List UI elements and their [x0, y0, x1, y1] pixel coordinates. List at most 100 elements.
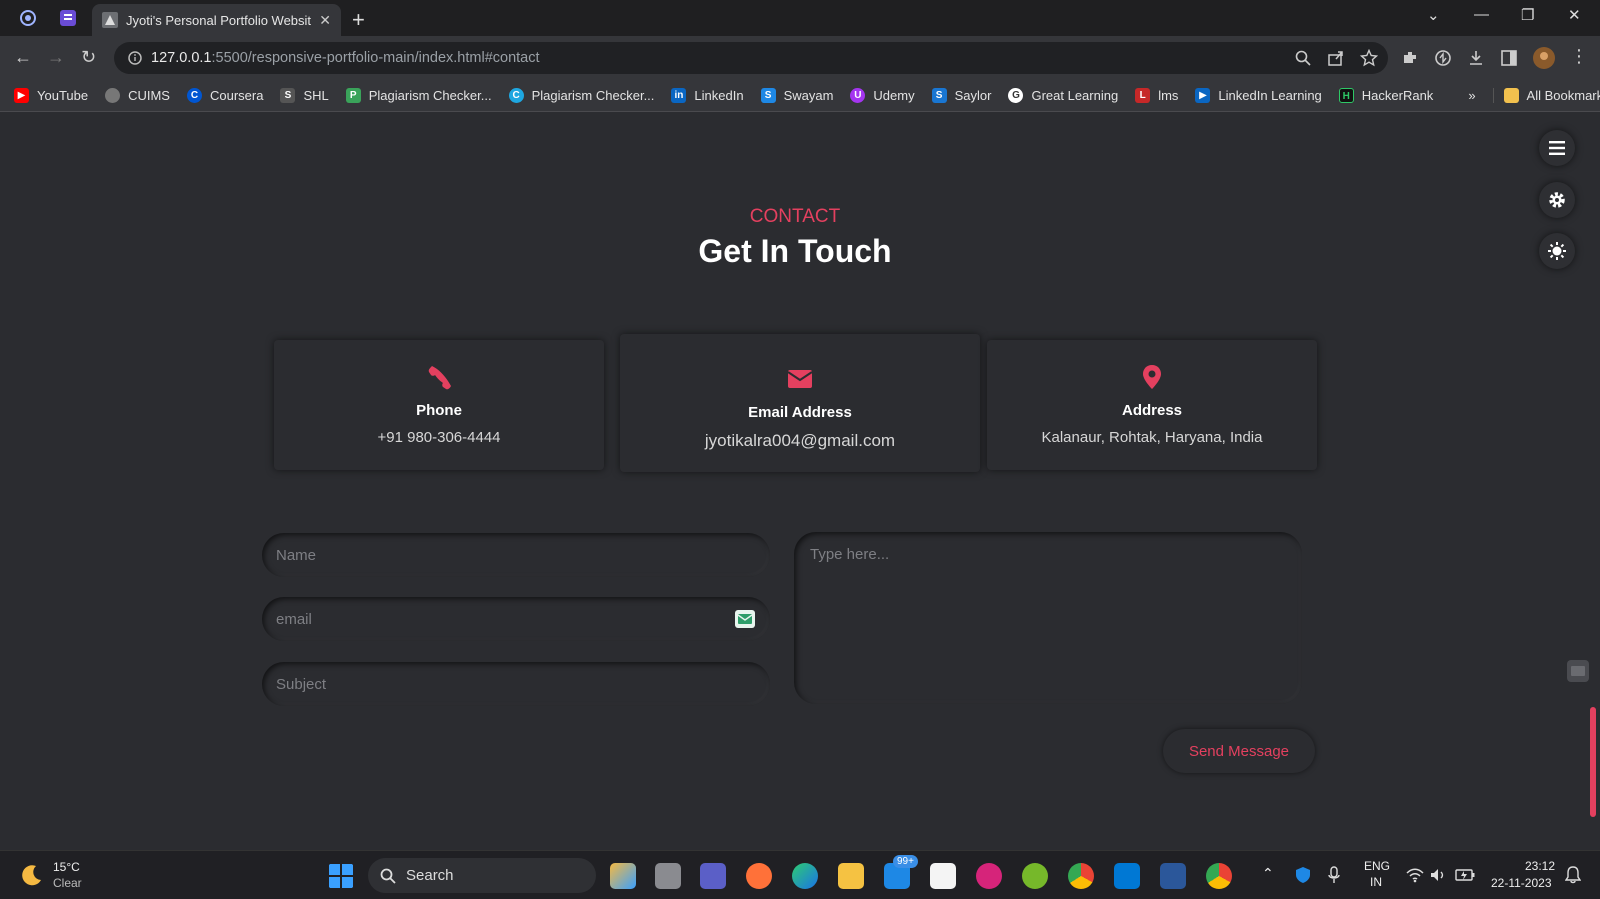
- clock-date[interactable]: 22-11-2023: [1491, 876, 1552, 890]
- email-card: Email Address jyotikalra004@gmail.com: [620, 334, 980, 472]
- download-icon[interactable]: [1467, 49, 1485, 67]
- hackerrank-icon: H: [1338, 87, 1354, 103]
- forward-icon[interactable]: →: [47, 47, 65, 68]
- language-top[interactable]: ENG: [1364, 859, 1390, 873]
- all-bookmarks-button[interactable]: All Bookmarks: [1492, 87, 1600, 103]
- microphone-icon[interactable]: [1328, 866, 1340, 884]
- bookmark-cuims[interactable]: CUIMS: [105, 87, 170, 103]
- name-input[interactable]: [262, 533, 770, 577]
- language-bottom[interactable]: IN: [1370, 875, 1382, 889]
- wifi-icon[interactable]: [1406, 867, 1424, 883]
- volume-icon[interactable]: [1430, 867, 1446, 883]
- bookmark-coursera[interactable]: C Coursera: [186, 87, 263, 103]
- great-learning-icon: G: [1008, 87, 1024, 103]
- teams-icon[interactable]: [700, 863, 726, 889]
- bookmark-plagiarism-checker-2[interactable]: C Plagiarism Checker...: [508, 87, 654, 103]
- email-value: jyotikalra004@gmail.com: [704, 431, 896, 450]
- restore-icon[interactable]: ❐: [1521, 6, 1534, 24]
- side-panel-icon[interactable]: [1500, 49, 1518, 67]
- amazon-app-icon[interactable]: [930, 863, 956, 889]
- envelope-icon: [787, 370, 813, 388]
- swayam-icon: S: [760, 87, 776, 103]
- moon-weather-icon: [22, 865, 41, 886]
- page-scrollbar-thumb[interactable]: [1590, 707, 1596, 817]
- weather-desc[interactable]: Clear: [53, 876, 82, 890]
- bookmark-plagiarism-checker-1[interactable]: P Plagiarism Checker...: [345, 87, 492, 103]
- nav-menu-button[interactable]: [1539, 130, 1575, 166]
- bookmark-linkedin-learning[interactable]: ▶ LinkedIn Learning: [1195, 87, 1322, 103]
- back-icon[interactable]: ←: [14, 47, 32, 68]
- minimize-icon[interactable]: —: [1474, 6, 1489, 23]
- close-window-icon[interactable]: ✕: [1568, 6, 1581, 24]
- browser-menu-dots-icon[interactable]: ⋮: [1570, 46, 1588, 67]
- active-tab[interactable]: Jyoti's Personal Portfolio Websit ✕: [92, 4, 341, 36]
- udemy-icon: U: [850, 87, 866, 103]
- subject-input[interactable]: [262, 662, 770, 706]
- utorrent-icon[interactable]: [1022, 863, 1048, 889]
- floating-widget-icon[interactable]: [1567, 660, 1589, 682]
- notification-bell-icon[interactable]: [1565, 866, 1581, 884]
- chrome-active-icon[interactable]: [1068, 863, 1094, 889]
- browser-menu-icon[interactable]: [19, 9, 37, 27]
- address-value: Kalanaur, Rohtak, Haryana, India: [1041, 429, 1263, 446]
- edge-icon[interactable]: [792, 863, 818, 889]
- send-message-button[interactable]: Send Message: [1163, 729, 1315, 773]
- word-icon[interactable]: [1160, 863, 1186, 889]
- close-tab-icon[interactable]: ✕: [319, 12, 331, 29]
- bookmark-swayam[interactable]: S Swayam: [760, 87, 833, 103]
- windows-taskbar: 15°C Clear Search 99+ ⌃ ENG IN 23:12 22-…: [0, 850, 1600, 899]
- bookmark-saylor[interactable]: S Saylor: [931, 87, 991, 103]
- mail-badge: 99+: [893, 855, 918, 868]
- new-tab-icon[interactable]: +: [352, 7, 365, 33]
- tray-chevron-icon[interactable]: ⌃: [1262, 865, 1274, 882]
- email-input[interactable]: [262, 597, 770, 641]
- bookmark-linkedin[interactable]: in LinkedIn: [671, 87, 744, 103]
- bookmark-lms[interactable]: Llms: [1135, 87, 1178, 103]
- zoom-icon[interactable]: [1294, 49, 1312, 67]
- extensions-icon[interactable]: [1401, 49, 1419, 67]
- bookmark-udemy[interactable]: U Udemy: [850, 87, 915, 103]
- bookmark-shl[interactable]: S SHL: [280, 87, 329, 103]
- folder-icon: [1503, 87, 1519, 103]
- contact-section: CONTACT Get In Touch Phone +91 980-306-4…: [0, 112, 1600, 850]
- bookmarks-overflow-icon[interactable]: »: [1468, 88, 1475, 103]
- browser-toolbar: ← → ↻ 127.0.0.1:5500/responsive-portfoli…: [0, 36, 1600, 79]
- bookmark-youtube[interactable]: ▶ YouTube: [14, 87, 88, 103]
- linkedin-icon: in: [671, 87, 687, 103]
- security-shield-icon[interactable]: [1295, 866, 1311, 884]
- site-info-icon[interactable]: [128, 51, 142, 65]
- address-card: Address Kalanaur, Rohtak, Haryana, India: [987, 340, 1317, 470]
- phone-value: +91 980-306-4444: [377, 429, 501, 446]
- widgets-app-icon[interactable]: [610, 863, 636, 889]
- section-eyebrow: CONTACT: [749, 206, 841, 227]
- tab-list-chevron-icon[interactable]: ⌄: [1427, 6, 1440, 24]
- clock-time[interactable]: 23:12: [1525, 859, 1555, 873]
- vscode-icon[interactable]: [1114, 863, 1140, 889]
- email-label: Email Address: [748, 404, 852, 421]
- saylor-icon: S: [931, 87, 947, 103]
- battery-icon[interactable]: [1455, 868, 1475, 882]
- bookmark-hackerrank[interactable]: H HackerRank: [1338, 87, 1433, 103]
- bookmark-star-icon[interactable]: [1360, 49, 1378, 67]
- autofill-card-icon[interactable]: [735, 610, 755, 628]
- extension-icon[interactable]: [1434, 49, 1452, 67]
- search-icon: [380, 868, 396, 884]
- bookmark-great-learning[interactable]: G Great Learning: [1008, 87, 1118, 103]
- chrome-icon[interactable]: [1206, 863, 1232, 889]
- task-view-icon[interactable]: [655, 863, 681, 889]
- tab-search-icon[interactable]: [59, 9, 77, 27]
- url-host: 127.0.0.1: [151, 50, 212, 66]
- share-icon[interactable]: [1327, 49, 1345, 67]
- firefox-icon[interactable]: [746, 863, 772, 889]
- taskbar-search[interactable]: Search: [368, 858, 596, 893]
- reload-icon[interactable]: ↻: [81, 47, 96, 68]
- message-textarea[interactable]: [794, 532, 1302, 704]
- windows-start-icon[interactable]: [328, 863, 354, 889]
- coursera-icon: C: [186, 87, 202, 103]
- profile-avatar[interactable]: [1533, 47, 1555, 69]
- address-bar[interactable]: 127.0.0.1:5500/responsive-portfolio-main…: [114, 42, 1388, 74]
- shl-icon: S: [280, 87, 296, 103]
- app-icon[interactable]: [976, 863, 1002, 889]
- weather-temp[interactable]: 15°C: [53, 860, 80, 874]
- file-explorer-icon[interactable]: [838, 863, 864, 889]
